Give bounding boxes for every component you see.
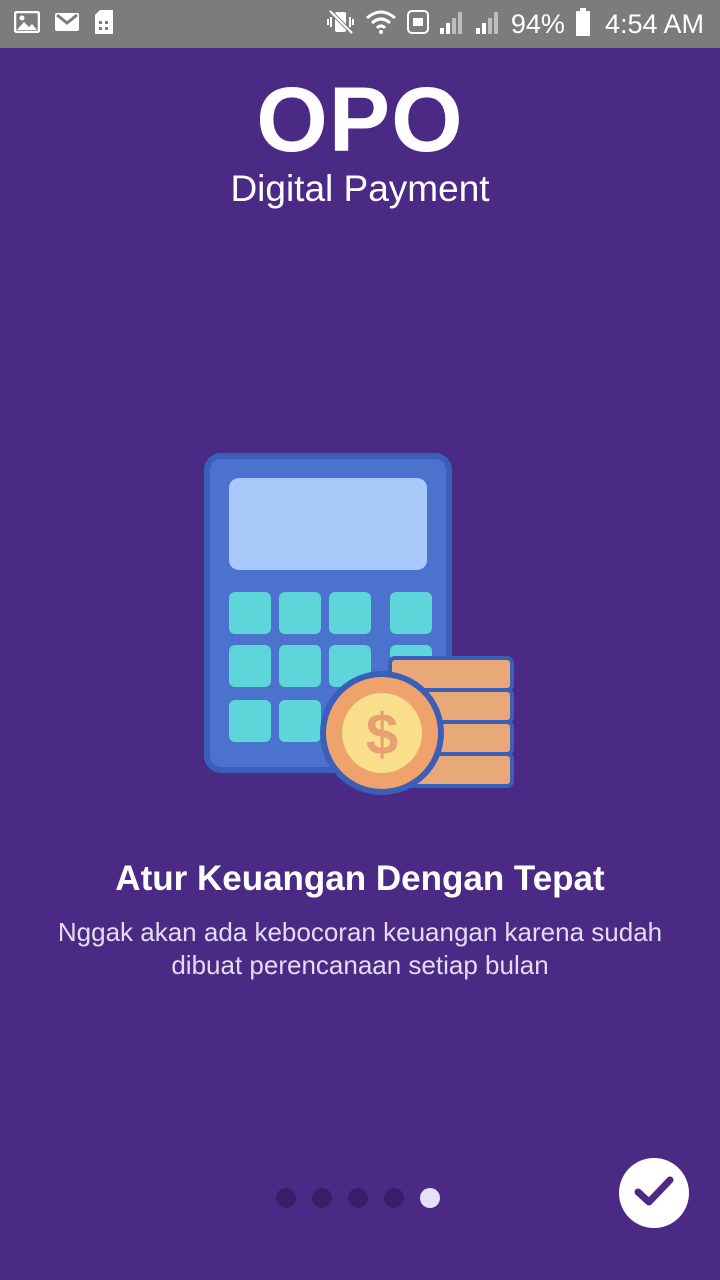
page-dot[interactable] [276,1188,296,1208]
check-icon [634,1175,674,1212]
app-subtitle: Digital Payment [230,168,490,209]
gmail-icon [54,12,80,37]
status-bar: 94% 4:54 AM [0,0,720,48]
lte-icon [406,9,429,39]
battery-percent: 94% [510,9,565,39]
svg-text:$: $ [366,702,398,767]
page-dot[interactable] [348,1188,368,1208]
system-indicators: 94% 4:54 AM [326,0,704,48]
slide-title: Atur Keuangan Dengan Tepat [115,859,605,898]
image-icon [13,10,41,38]
wifi-icon [365,9,397,40]
battery-icon [575,7,591,41]
page-dot[interactable] [312,1188,332,1208]
app-logo-title: OPO [256,69,464,171]
sim-icon [94,10,114,39]
page-indicator [276,1188,440,1208]
page-dot[interactable] [384,1188,404,1208]
page-dot-active[interactable] [420,1188,440,1208]
calculator-coins-icon: $ [200,450,520,802]
notification-icons [13,10,114,39]
done-button[interactable] [619,1158,689,1228]
clock: 4:54 AM [604,9,704,39]
vibrate-icon [326,9,355,40]
slide-description: Nggak akan ada kebocoran keuangan karena… [57,917,663,980]
signal-icon [439,10,465,39]
onboarding-screen: 94% 4:54 AM OPO Digital Payment $ Atur K… [0,0,720,1280]
signal-icon [475,10,501,39]
